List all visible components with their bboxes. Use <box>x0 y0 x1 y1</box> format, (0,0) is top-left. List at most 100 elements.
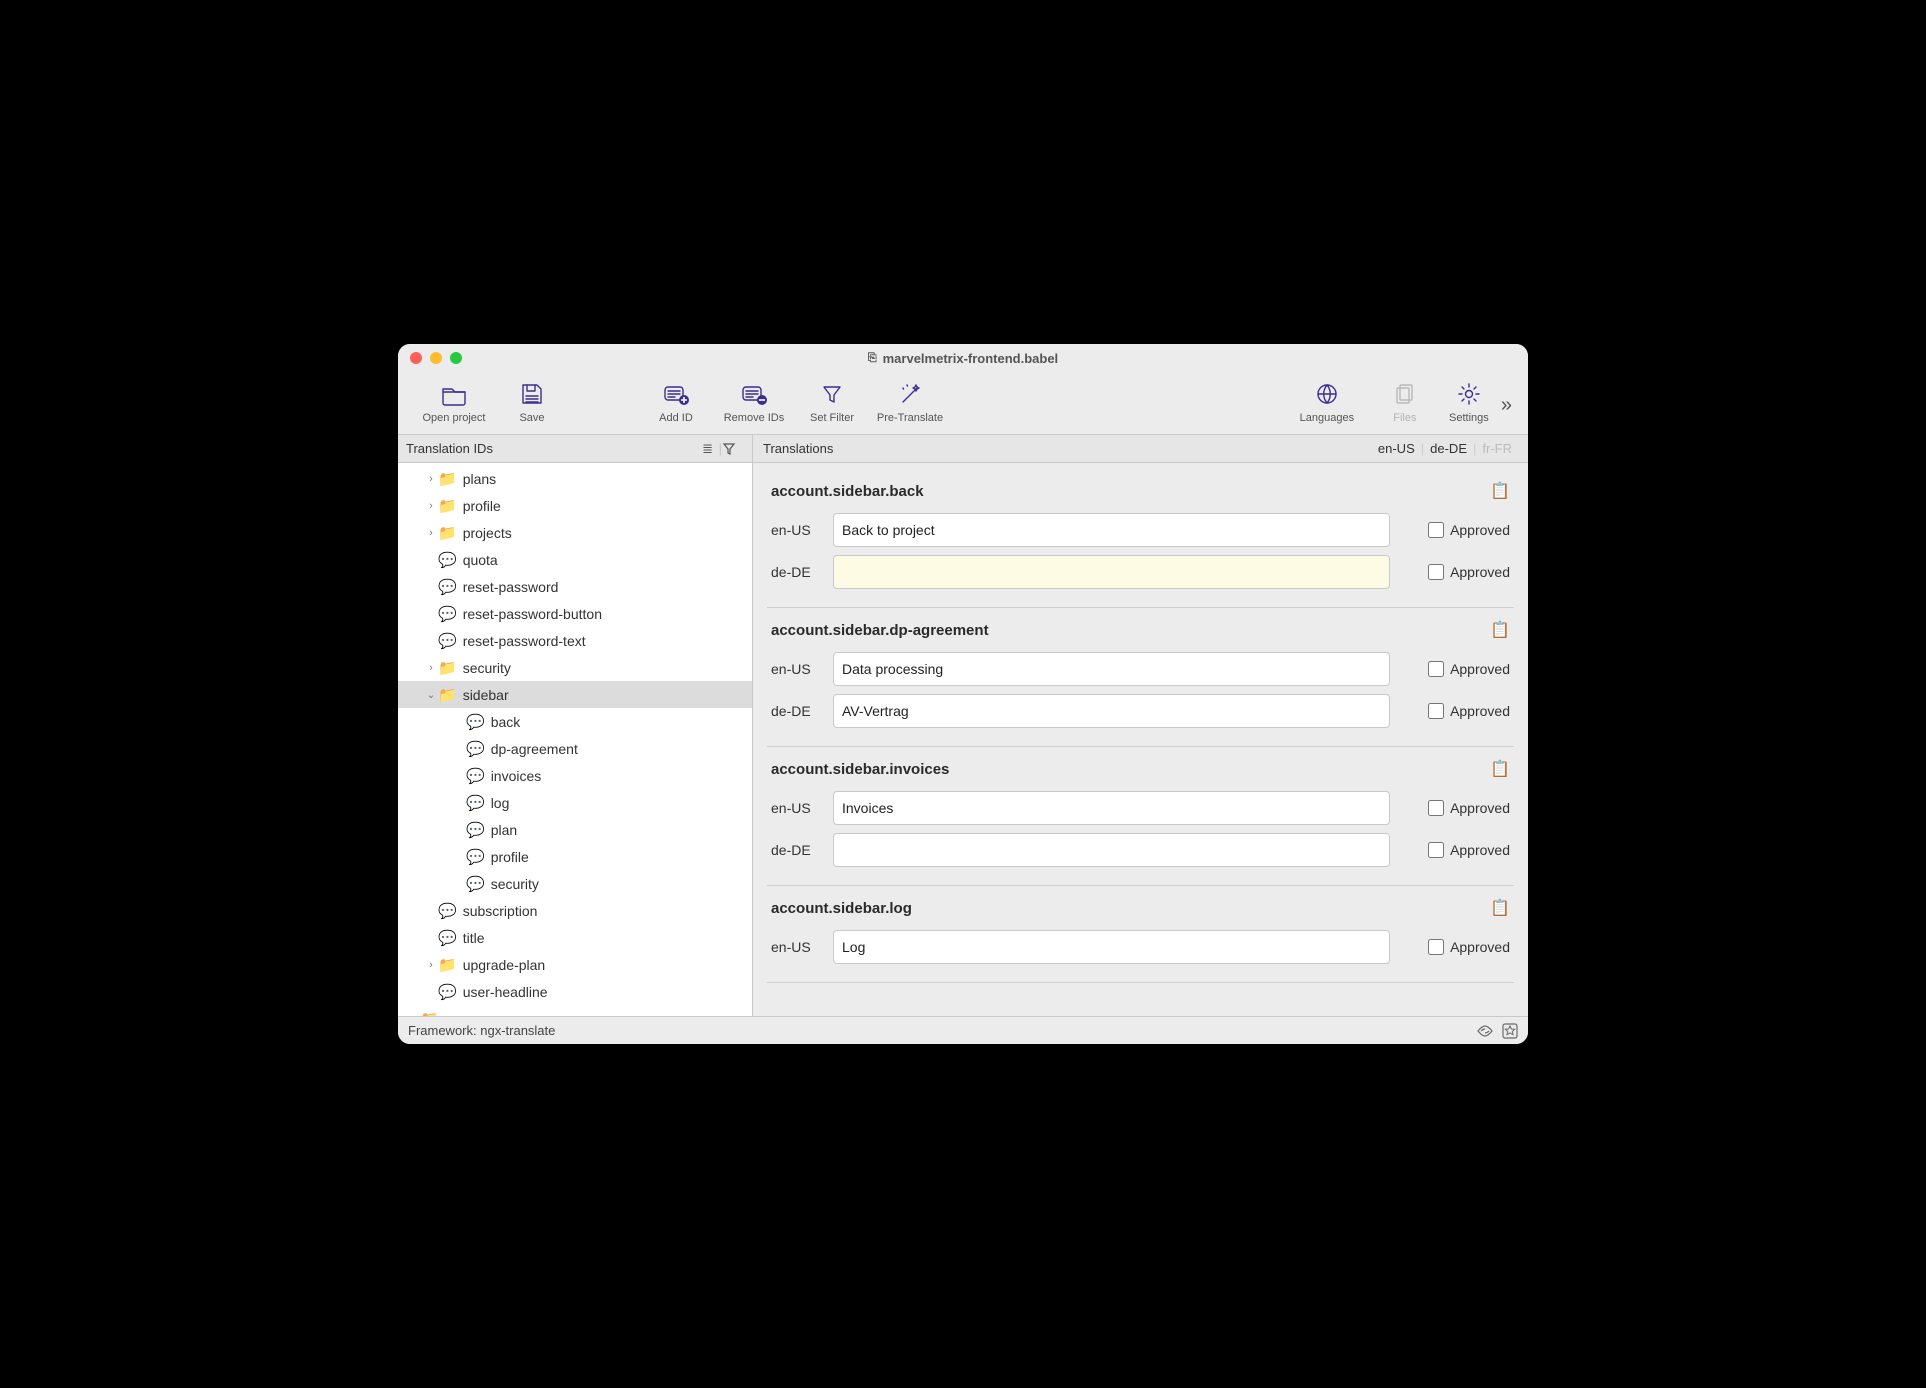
entry-id: account.sidebar.dp-agreement <box>771 622 989 639</box>
languages-button[interactable]: Languages <box>1281 376 1373 424</box>
tree-item-user-headline[interactable]: 💬user-headline <box>398 978 752 1005</box>
translation-input[interactable] <box>833 930 1390 964</box>
lang-tab-en[interactable]: en-US <box>1372 441 1421 456</box>
tree-item-plan[interactable]: 💬plan <box>398 816 752 843</box>
translation-input[interactable] <box>833 791 1390 825</box>
text-icon: 💬 <box>438 902 457 920</box>
files-label: Files <box>1393 412 1416 424</box>
entry-id: account.sidebar.back <box>771 483 924 500</box>
filter-icon[interactable] <box>722 442 744 456</box>
tree-item-profile[interactable]: ›📁profile <box>398 492 752 519</box>
approved-checkbox[interactable]: Approved <box>1400 661 1510 677</box>
main-body: ›📁plans ›📁profile ›📁projects 💬quota 💬res… <box>398 463 1528 1016</box>
list-view-icon[interactable]: ≣ <box>697 441 719 457</box>
translation-input[interactable] <box>833 555 1390 589</box>
approved-checkbox[interactable]: Approved <box>1400 800 1510 816</box>
tree-item-log[interactable]: 💬log <box>398 789 752 816</box>
lang-tab-de[interactable]: de-DE <box>1424 441 1473 456</box>
text-icon: 💬 <box>438 578 457 596</box>
tree-item-reset-password-text[interactable]: 💬reset-password-text <box>398 627 752 654</box>
gear-icon <box>1457 378 1481 410</box>
clipboard-icon[interactable]: 📋 <box>1490 481 1510 501</box>
add-id-button[interactable]: Add ID <box>644 376 708 424</box>
tree-item-upgrade-plan[interactable]: ›📁upgrade-plan <box>398 951 752 978</box>
folder-icon: 📁 <box>438 659 457 677</box>
open-project-button[interactable]: Open project <box>408 376 500 424</box>
tree-item-sidebar[interactable]: ⌄📁sidebar <box>398 681 752 708</box>
tree-item-reset-password[interactable]: 💬reset-password <box>398 573 752 600</box>
translation-input[interactable] <box>833 694 1390 728</box>
translation-input[interactable] <box>833 513 1390 547</box>
star-icon[interactable] <box>1502 1023 1518 1039</box>
translation-input[interactable] <box>833 652 1390 686</box>
tree-item-common[interactable]: ›📁common <box>398 1005 752 1016</box>
translations-pane[interactable]: account.sidebar.back📋en-USApprovedde-DEA… <box>753 463 1528 1016</box>
folder-open-icon <box>440 378 468 410</box>
sync-icon[interactable] <box>1476 1024 1494 1038</box>
clipboard-icon[interactable]: 📋 <box>1490 620 1510 640</box>
minimize-window-button[interactable] <box>430 352 442 364</box>
tree-item-invoices[interactable]: 💬invoices <box>398 762 752 789</box>
tree-item-sb-security[interactable]: 💬security <box>398 870 752 897</box>
tree-item-sb-profile[interactable]: 💬profile <box>398 843 752 870</box>
window-title: ⎘ marvelmetrix-frontend.babel <box>398 351 1528 366</box>
tree-item-dp-agreement[interactable]: 💬dp-agreement <box>398 735 752 762</box>
add-id-label: Add ID <box>659 412 693 424</box>
translation-input[interactable] <box>833 833 1390 867</box>
text-icon: 💬 <box>466 713 485 731</box>
status-bar: Framework: ngx-translate <box>398 1016 1528 1044</box>
approved-checkbox[interactable]: Approved <box>1400 703 1510 719</box>
pre-translate-button[interactable]: Pre-Translate <box>864 376 956 424</box>
window-title-text: marvelmetrix-frontend.babel <box>883 351 1059 366</box>
save-button[interactable]: Save <box>500 376 564 424</box>
folder-icon: 📁 <box>438 470 457 488</box>
save-label: Save <box>519 412 544 424</box>
tree-item-quota[interactable]: 💬quota <box>398 546 752 573</box>
lang-label: en-US <box>771 522 823 538</box>
pre-translate-label: Pre-Translate <box>877 412 943 424</box>
zoom-window-button[interactable] <box>450 352 462 364</box>
folder-icon: 📁 <box>438 524 457 542</box>
lang-label: de-DE <box>771 842 823 858</box>
entry-id: account.sidebar.log <box>771 900 912 917</box>
tree-item-plans[interactable]: ›📁plans <box>398 465 752 492</box>
tree-item-title[interactable]: 💬title <box>398 924 752 951</box>
framework-label: Framework: ngx-translate <box>408 1023 555 1038</box>
translation-row: en-USApproved <box>767 787 1514 829</box>
clipboard-icon[interactable]: 📋 <box>1490 898 1510 918</box>
toolbar-overflow-button[interactable]: » <box>1501 394 1518 417</box>
text-icon: 💬 <box>466 794 485 812</box>
files-button[interactable]: Files <box>1373 376 1437 424</box>
translation-row: de-DEApproved <box>767 690 1514 732</box>
open-project-label: Open project <box>423 412 486 424</box>
tree-item-reset-password-button[interactable]: 💬reset-password-button <box>398 600 752 627</box>
set-filter-button[interactable]: Set Filter <box>800 376 864 424</box>
clipboard-icon[interactable]: 📋 <box>1490 759 1510 779</box>
approved-checkbox[interactable]: Approved <box>1400 939 1510 955</box>
settings-button[interactable]: Settings <box>1437 376 1501 424</box>
lang-tab-fr[interactable]: fr-FR <box>1476 441 1518 456</box>
approved-checkbox[interactable]: Approved <box>1400 842 1510 858</box>
tree-item-projects[interactable]: ›📁projects <box>398 519 752 546</box>
save-icon <box>519 378 545 410</box>
app-window: ⎘ marvelmetrix-frontend.babel Open proje… <box>398 344 1528 1044</box>
approved-checkbox[interactable]: Approved <box>1400 522 1510 538</box>
toolbar: Open project Save Add ID Remove <box>398 372 1528 435</box>
remove-ids-button[interactable]: Remove IDs <box>708 376 800 424</box>
id-tree[interactable]: ›📁plans ›📁profile ›📁projects 💬quota 💬res… <box>398 463 753 1016</box>
translations-header-title: Translations <box>763 441 833 456</box>
globe-icon <box>1315 378 1339 410</box>
tree-item-security[interactable]: ›📁security <box>398 654 752 681</box>
translations-header: Translations en-US | de-DE | fr-FR <box>753 435 1528 462</box>
translation-entry: account.sidebar.invoices📋en-USApprovedde… <box>767 747 1514 886</box>
approved-checkbox[interactable]: Approved <box>1400 564 1510 580</box>
text-icon: 💬 <box>466 821 485 839</box>
remove-ids-label: Remove IDs <box>724 412 785 424</box>
settings-label: Settings <box>1449 412 1489 424</box>
text-icon: 💬 <box>438 605 457 623</box>
close-window-button[interactable] <box>410 352 422 364</box>
text-icon: 💬 <box>438 929 457 947</box>
tree-item-subscription[interactable]: 💬subscription <box>398 897 752 924</box>
translation-row: en-US Approved <box>767 509 1514 551</box>
tree-item-back[interactable]: 💬back <box>398 708 752 735</box>
